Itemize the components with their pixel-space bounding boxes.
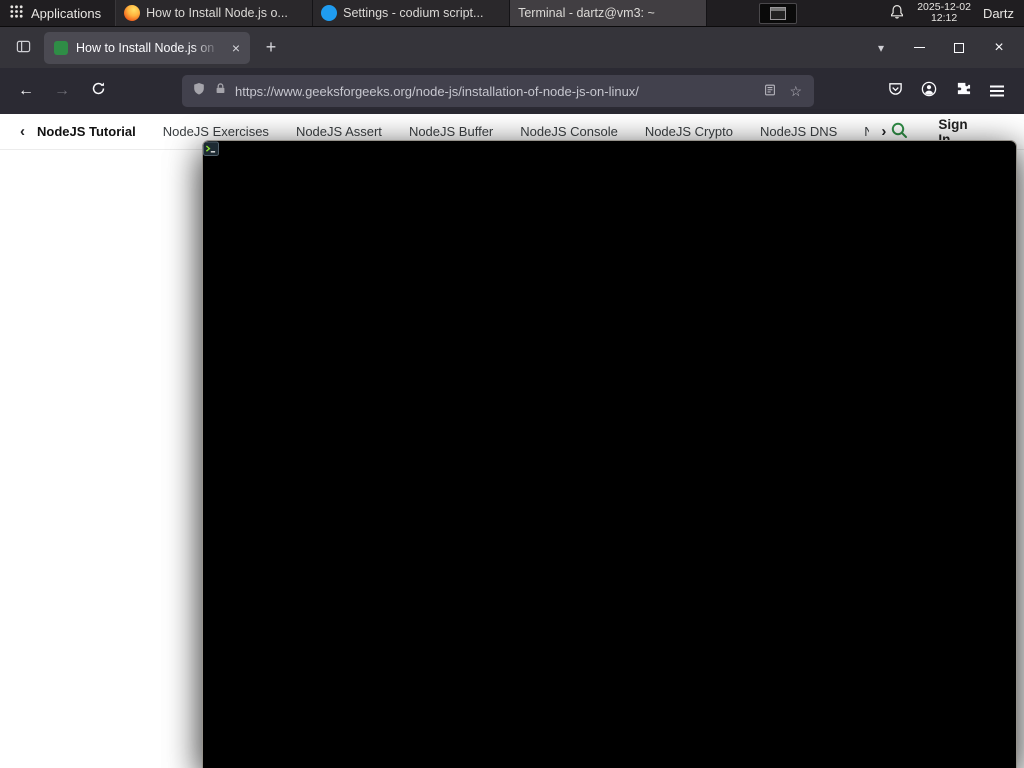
applications-grid-icon (9, 4, 24, 22)
applications-menu-button[interactable]: Applications (0, 0, 117, 26)
url-bar[interactable]: https://www.geeksforgeeks.org/node-js/in… (182, 75, 814, 107)
reader-mode-icon (763, 83, 777, 100)
maximize-icon (954, 42, 964, 53)
pocket-icon (888, 81, 903, 101)
hamburger-icon (990, 90, 1004, 92)
account-button[interactable] (912, 75, 946, 107)
window-title: Settings - codium script... (343, 6, 484, 20)
site-nav-link[interactable]: NodeJS Crypto (645, 124, 733, 139)
taskbar-window-button[interactable]: Settings - codium script... (313, 0, 511, 26)
account-icon (921, 81, 937, 102)
taskbar-windows: How to Install Node.js o... Settings - c… (116, 0, 1017, 768)
user-menu-button[interactable]: Dartz (983, 6, 1014, 21)
firefox-view-button[interactable] (8, 33, 38, 63)
firefox-view-icon (16, 39, 31, 57)
taskbar-window-button[interactable]: How to Install Node.js o... (116, 0, 314, 26)
site-nav-link[interactable]: NodeJS Console (520, 124, 618, 139)
site-nav-link[interactable]: NodeJS Tutorial (37, 124, 136, 139)
search-icon (890, 121, 908, 142)
window-minimize-button[interactable] (902, 27, 936, 68)
close-icon: × (994, 38, 1004, 56)
reader-mode-button[interactable] (761, 83, 779, 100)
navigation-toolbar: ← → https://www.geeksforgeeks.org/node-j… (0, 68, 1024, 114)
site-nav-link[interactable]: Node (864, 124, 869, 139)
bookmark-star-button[interactable]: ☆ (787, 83, 804, 100)
site-nav-link[interactable]: NodeJS Buffer (409, 124, 493, 139)
window-title: Terminal - dartz@vm3: ~ (518, 6, 655, 20)
site-nav-links: NodeJS Tutorial NodeJS Exercises NodeJS As… (37, 124, 869, 139)
toolbar-right-icons (878, 75, 1014, 107)
desktop-screen: Applications How to Install Node.js o...… (0, 0, 1024, 768)
reload-icon (91, 81, 106, 101)
pocket-button[interactable] (878, 75, 912, 107)
tab-close-button[interactable]: × (228, 41, 244, 55)
taskbar-status-area: 2025-12-02 12:12 Dartz (889, 0, 1024, 26)
reload-button[interactable] (82, 75, 114, 107)
tab-title: How to Install Node.js on (76, 40, 215, 55)
taskbar: Applications How to Install Node.js o...… (0, 0, 1024, 768)
taskbar-window-button[interactable]: Terminal - dartz@vm3: ~ (202, 0, 1017, 768)
window-icon (321, 5, 338, 21)
site-nav-link[interactable]: NodeJS Exercises (163, 124, 269, 139)
list-all-tabs-button[interactable]: ▾ (866, 33, 896, 63)
lock-icon[interactable] (214, 82, 227, 100)
back-button[interactable]: ← (10, 75, 42, 107)
nav-scroll-right-button[interactable]: › (877, 123, 890, 140)
window-maximize-button[interactable] (942, 27, 976, 68)
workspace-switcher[interactable] (759, 2, 798, 24)
url-text: https://www.geeksforgeeks.org/node-js/in… (235, 83, 639, 99)
clock[interactable]: 2025-12-02 12:12 (917, 1, 971, 25)
search-button[interactable] (890, 121, 908, 142)
chevron-down-icon: ▾ (877, 40, 885, 55)
tab-favicon-geeksforgeeks (54, 40, 68, 55)
clock-time: 12:12 (930, 12, 958, 24)
tab-strip: How to Install Node.js on × + ▾ × (0, 27, 1024, 68)
window-close-button[interactable]: × (982, 27, 1016, 68)
extensions-button[interactable] (946, 75, 980, 107)
bell-icon (889, 4, 905, 23)
forward-button[interactable]: → (46, 75, 78, 107)
window-icon (124, 5, 141, 21)
applications-label: Applications (31, 5, 102, 21)
minimize-icon (913, 46, 925, 49)
close-icon: × (231, 39, 240, 56)
new-tab-button[interactable]: + (256, 33, 286, 63)
menu-button[interactable] (980, 75, 1014, 107)
extensions-puzzle-icon (956, 81, 971, 101)
tracking-protection-shield-icon[interactable] (192, 82, 206, 101)
site-nav-link[interactable]: NodeJS Assert (296, 124, 382, 139)
site-nav-link[interactable]: NodeJS DNS (760, 124, 837, 139)
browser-tab[interactable]: How to Install Node.js on × (44, 31, 250, 64)
workspace-thumbnail (770, 6, 787, 20)
window-title: How to Install Node.js o... (146, 6, 288, 20)
nav-scroll-left-button[interactable]: ‹ (16, 123, 29, 140)
notifications-button[interactable] (889, 4, 905, 23)
